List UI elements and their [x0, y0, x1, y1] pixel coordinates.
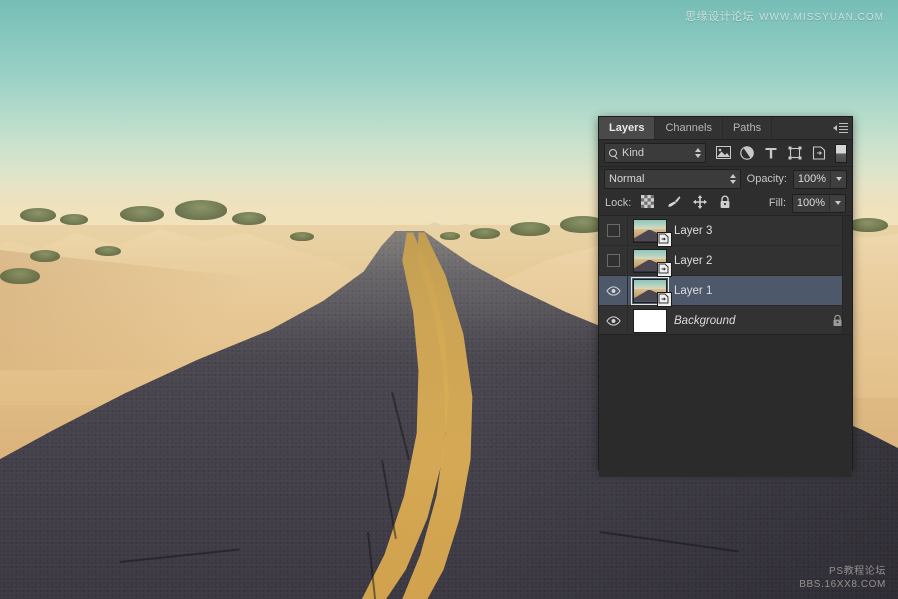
scrub-bush: [440, 232, 460, 240]
table-row[interactable]: Layer 2: [599, 246, 852, 276]
smart-object-badge-icon: [657, 262, 672, 277]
watermark-top: 思缘设计论坛 WWW.MISSYUAN.COM: [685, 8, 884, 24]
opacity-dropdown-arrow-icon[interactable]: [830, 172, 846, 187]
lock-icon-group: [641, 195, 731, 212]
scrub-bush: [30, 250, 60, 262]
layer-filter-row: Kind: [599, 140, 852, 167]
panel-tab-strip: Layers Channels Paths: [599, 117, 852, 140]
watermark-bottom-en: BBS.16XX8.COM: [799, 578, 886, 591]
table-row[interactable]: Layer 3: [599, 216, 852, 246]
table-row[interactable]: Background: [599, 306, 852, 336]
layer-name[interactable]: Background: [672, 315, 830, 327]
fill-dropdown-arrow-icon[interactable]: [829, 196, 845, 211]
layer-thumbnail: [633, 219, 667, 243]
layer-visibility-toggle[interactable]: [599, 216, 628, 245]
fill-value: 100%: [793, 197, 829, 209]
panel-menu-bars-icon: [839, 123, 848, 133]
layer-visibility-toggle[interactable]: [599, 306, 628, 335]
watermark-bottom-cn: PS教程论坛: [799, 565, 886, 578]
layer-thumbnail-cell[interactable]: [628, 249, 672, 273]
type-layer-filter-icon[interactable]: [764, 146, 779, 161]
layer-thumbnail: [633, 279, 667, 303]
adjustment-layer-filter-icon[interactable]: [740, 146, 755, 161]
layer-name[interactable]: Layer 1: [672, 285, 830, 297]
opacity-value: 100%: [794, 173, 830, 185]
pixel-layer-filter-icon[interactable]: [716, 146, 731, 161]
blend-mode-row: Normal Opacity: 100%: [599, 167, 852, 191]
scrub-bush: [848, 218, 888, 232]
screenshot-root: 思缘设计论坛 WWW.MISSYUAN.COM PS教程论坛 BBS.16XX8.…: [0, 0, 898, 599]
lock-position-icon[interactable]: [693, 195, 707, 212]
search-icon: [609, 149, 618, 158]
watermark-bottom: PS教程论坛 BBS.16XX8.COM: [799, 565, 886, 591]
tab-layers[interactable]: Layers: [599, 117, 655, 139]
chevron-updown-icon: [695, 148, 701, 158]
layer-thumbnail: [633, 249, 667, 273]
lock-image-pixels-icon[interactable]: [666, 195, 681, 211]
smart-object-badge-icon: [657, 292, 672, 307]
blend-mode-dropdown[interactable]: Normal: [604, 169, 741, 189]
scrub-bush: [510, 222, 550, 236]
opacity-label: Opacity:: [747, 173, 787, 185]
watermark-top-cn: 思缘设计论坛: [685, 11, 754, 23]
smart-object-filter-icon[interactable]: [812, 146, 827, 161]
filter-kind-label: Kind: [622, 147, 691, 159]
panel-menu-triangle-icon: [833, 125, 837, 131]
scrub-bush: [20, 208, 56, 222]
layer-thumbnail: [633, 309, 667, 333]
scrub-bush: [120, 206, 164, 222]
blend-mode-value: Normal: [609, 173, 730, 185]
fill-field[interactable]: 100%: [792, 194, 846, 213]
filter-enable-toggle[interactable]: [835, 144, 847, 163]
table-row[interactable]: Layer 1: [599, 276, 852, 306]
layer-thumbnail-cell[interactable]: [628, 309, 672, 333]
opacity-field[interactable]: 100%: [793, 170, 847, 189]
scrub-bush: [95, 246, 121, 256]
layer-panel-empty-area: [599, 335, 852, 473]
tab-channels[interactable]: Channels: [655, 117, 722, 139]
filter-kind-dropdown[interactable]: Kind: [604, 143, 706, 163]
layer-list: Layer 3 Layer 2: [599, 216, 852, 335]
scrub-bush: [0, 268, 40, 284]
scrub-bush: [60, 214, 88, 225]
lock-icon: [832, 314, 843, 327]
filter-type-icons: [716, 146, 827, 161]
layer-name[interactable]: Layer 3: [672, 225, 830, 237]
layer-panel-bottom-bar: [599, 473, 852, 477]
lock-label: Lock:: [605, 197, 631, 209]
layer-list-scrollbar[interactable]: [842, 216, 852, 334]
panel-menu-icon[interactable]: [828, 117, 852, 139]
shape-layer-filter-icon[interactable]: [788, 146, 803, 161]
layer-visibility-toggle[interactable]: [599, 246, 628, 275]
layer-thumbnail-cell[interactable]: [628, 279, 672, 303]
lock-all-icon[interactable]: [719, 195, 731, 212]
scrub-bush: [175, 200, 227, 220]
watermark-top-en: WWW.MISSYUAN.COM: [759, 12, 884, 23]
tab-strip-spacer: [772, 117, 828, 139]
chevron-updown-icon: [730, 174, 736, 184]
fill-label: Fill:: [769, 197, 786, 209]
eye-icon: [606, 286, 621, 296]
smart-object-badge-icon: [657, 232, 672, 247]
scrub-bush: [470, 228, 500, 239]
eye-icon: [606, 316, 621, 326]
layer-thumbnail-cell[interactable]: [628, 219, 672, 243]
layer-name[interactable]: Layer 2: [672, 255, 830, 267]
tab-paths[interactable]: Paths: [723, 117, 772, 139]
lock-row: Lock: Fill: 100%: [599, 191, 852, 216]
fill-group: Fill: 100%: [769, 194, 846, 213]
layers-panel: Layers Channels Paths Kind: [598, 116, 853, 470]
scrub-bush: [232, 212, 266, 225]
scrub-bush: [290, 232, 314, 241]
lock-transparent-pixels-icon[interactable]: [641, 195, 654, 211]
visibility-off-box-icon: [607, 254, 620, 267]
visibility-off-box-icon: [607, 224, 620, 237]
layer-visibility-toggle[interactable]: [599, 276, 628, 305]
